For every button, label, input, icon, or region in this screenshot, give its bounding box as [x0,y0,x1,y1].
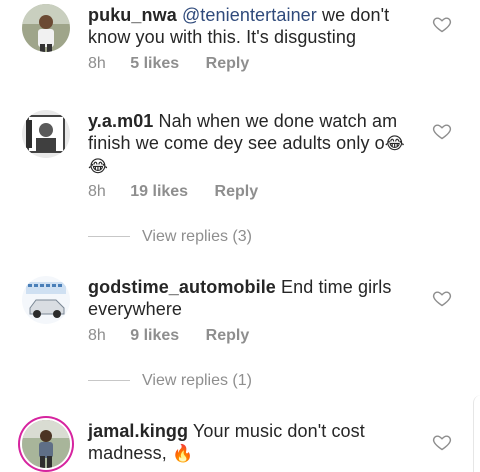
heart-outline-icon[interactable] [432,432,452,452]
laughing-emoji: 😂 [384,134,405,153]
avatar[interactable] [22,4,70,52]
divider-line [88,236,130,238]
heart-outline-icon[interactable] [432,288,452,308]
comment-text: puku_nwa @tenientertainer we don't know … [88,4,424,48]
comment-text: godstime_automobile End time girls every… [88,276,424,320]
comment-item: y.a.m01 Nah when we done watch am finish… [0,100,480,260]
heart-outline-icon[interactable] [432,14,452,34]
timestamp: 8h [88,183,106,200]
username[interactable]: jamal.kingg [88,421,188,441]
comment-text: jamal.kingg Your music don't cost madnes… [88,420,424,465]
comment-text: y.a.m01 Nah when we done watch am finish… [88,110,424,178]
view-replies-button[interactable]: View replies (1) [88,372,252,392]
likes-count[interactable]: 5 likes [130,54,179,74]
username[interactable]: y.a.m01 [88,111,153,131]
timestamp: 8h [88,327,106,344]
mention-link[interactable]: @tenientertainer [182,5,317,25]
comment-item: godstime_automobile End time girls every… [0,270,480,400]
username[interactable]: puku_nwa [88,5,177,25]
avatar[interactable] [22,420,70,468]
reply-button[interactable]: Reply [206,54,250,74]
comment-meta: 8h 5 likes Reply [88,54,249,74]
divider-line [88,380,130,382]
view-replies-label[interactable]: View replies (1) [142,372,252,389]
avatar[interactable] [22,276,70,324]
fire-emoji: 🔥 [171,444,194,463]
view-replies-label[interactable]: View replies (3) [142,228,252,245]
laughing-emoji: 😂 [88,157,108,176]
scroll-edge [473,395,480,472]
heart-outline-icon[interactable] [432,121,452,141]
comment-item: jamal.kingg Your music don't cost madnes… [0,410,480,472]
timestamp: 8h [88,55,106,72]
avatar[interactable] [22,110,70,158]
comment-meta: 8h 9 likes Reply [88,326,249,346]
reply-button[interactable]: Reply [215,182,259,202]
likes-count[interactable]: 9 likes [130,326,179,346]
view-replies-button[interactable]: View replies (3) [88,228,252,248]
username[interactable]: godstime_automobile [88,277,276,297]
comment-meta: 8h 19 likes Reply [88,182,258,202]
reply-button[interactable]: Reply [206,326,250,346]
likes-count[interactable]: 19 likes [130,182,188,202]
comment-item: puku_nwa @tenientertainer we don't know … [0,0,480,80]
